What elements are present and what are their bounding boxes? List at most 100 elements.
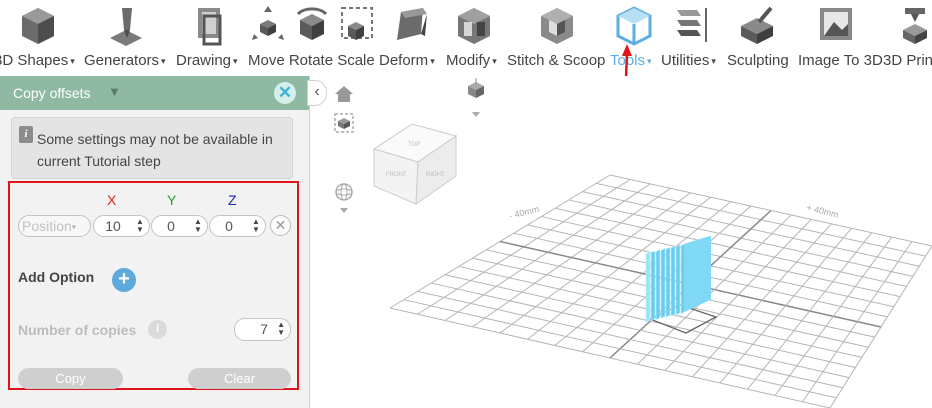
offset-y-stepper[interactable]: 0 ▲ ▼ — [151, 215, 208, 237]
copies-label: Number of copies — [18, 322, 137, 338]
chevron-down-icon: ▾ — [711, 55, 716, 66]
notice-text: Some settings may not be available in cu… — [37, 131, 273, 169]
stepper-arrows-icon[interactable]: ▲ ▼ — [277, 321, 285, 337]
grid-label-right: + 40mm — [806, 202, 840, 220]
tools-icon — [616, 6, 652, 46]
chevron-left-icon: ‹ — [314, 83, 320, 100]
copy-button[interactable]: Copy — [18, 368, 123, 389]
grid-line — [829, 245, 932, 408]
scene[interactable]: - 40mm + 40mm TOP FRONT RIGHT — [310, 76, 932, 408]
grid-line — [802, 241, 913, 403]
toolbar-stitch-scoop-label: Stitch & Scoop — [507, 52, 606, 69]
remove-option-button[interactable]: ✕ — [270, 215, 291, 236]
stepper-arrows-icon[interactable]: ▲ ▼ — [136, 218, 144, 234]
copies-stepper[interactable]: 7 ▲ ▼ — [234, 318, 291, 341]
toolbar-utilities[interactable]: Utilities ▾ — [661, 0, 725, 76]
view-cube-right-label: RIGHT — [426, 172, 445, 178]
scale-icon[interactable] — [336, 4, 376, 46]
chevron-down-icon[interactable]: ▼ — [108, 84, 121, 99]
grid-line — [458, 265, 862, 358]
model[interactable] — [645, 235, 711, 323]
rotate-icon[interactable] — [292, 4, 332, 46]
main-toolbar: 3D Shapes ▾ Generators ▾ Drawing ▾ Move … — [0, 0, 932, 132]
toolbar-utilities-label: Utilities — [661, 52, 710, 69]
deform-icon — [397, 8, 427, 40]
move-rotate-scale-icon[interactable] — [248, 4, 288, 46]
toolbar-modify[interactable]: Modify ▾ — [446, 0, 506, 76]
image-to-3d-icon — [820, 8, 852, 40]
offset-z-stepper[interactable]: 0 ▲ ▼ — [209, 215, 266, 237]
view-cube[interactable]: TOP FRONT RIGHT — [372, 123, 458, 205]
model-slab[interactable] — [680, 243, 686, 315]
clear-button[interactable]: Clear — [188, 368, 291, 389]
home-icon[interactable] — [335, 86, 353, 102]
model-slab[interactable] — [650, 250, 656, 322]
grid-line — [747, 232, 873, 390]
3d-viewport[interactable]: - 40mm + 40mm TOP FRONT RIGHT — [310, 76, 932, 408]
offset-type-select[interactable]: Position▾ — [18, 215, 91, 237]
toolbar-3d-print[interactable]: 3D Prin — [883, 0, 932, 76]
toolbar-deform[interactable]: Deform ▾ — [379, 0, 443, 76]
view-cube-front-label: FRONT — [386, 172, 407, 178]
model-slab[interactable] — [670, 245, 676, 317]
model-slab[interactable] — [655, 249, 661, 321]
info-icon: i — [19, 126, 33, 143]
grid-line — [692, 223, 832, 378]
model-slab[interactable] — [660, 247, 666, 319]
toolbar-3d-shapes[interactable]: 3D Shapes ▾ — [0, 0, 80, 76]
model-slab[interactable] — [675, 244, 681, 316]
generator-icon — [110, 8, 142, 46]
toolbar-3d-shapes-label: 3D Shapes — [0, 52, 69, 69]
tutorial-notice: i Some settings may not be available in … — [11, 117, 293, 179]
chevron-down-icon: ▾ — [430, 55, 435, 66]
add-option-label: Add Option — [18, 269, 95, 285]
info-icon[interactable]: i — [148, 320, 167, 339]
modify-icon — [458, 8, 490, 44]
y-axis-label: Y — [167, 192, 177, 208]
close-button[interactable]: ✕ — [274, 82, 296, 104]
stepper-arrows-icon[interactable]: ▲ ▼ — [194, 218, 202, 234]
perspective-icon[interactable] — [468, 78, 484, 117]
toolbar-move-rotate-scale[interactable]: Move Rotate Scale — [248, 0, 376, 76]
chevron-down-icon: ▾ — [647, 55, 652, 66]
toolbar-image-to-3d-label: Image To 3D — [798, 52, 883, 69]
stepper-arrows-icon[interactable]: ▲ ▼ — [252, 218, 260, 234]
orbit-icon[interactable] — [335, 183, 353, 213]
toolbar-image-to-3d[interactable]: Image To 3D — [798, 0, 883, 76]
grid-line — [417, 290, 843, 389]
chevron-down-icon: ▾ — [492, 55, 497, 66]
grid-line — [431, 282, 850, 379]
toolbar-modify-label: Modify — [446, 52, 491, 69]
offset-x-stepper[interactable]: 10 ▲ ▼ — [93, 215, 150, 237]
plus-icon: + — [118, 268, 130, 290]
3d-print-icon — [903, 8, 927, 44]
chevron-down-icon: ▾ — [161, 55, 166, 66]
fit-view-icon[interactable] — [334, 113, 354, 133]
copy-offsets-panel: Copy offsets ▼ ✕ i Some settings may not… — [0, 76, 310, 408]
toolbar-stitch-scoop[interactable]: Stitch & Scoop — [507, 0, 607, 76]
toolbar-drawing[interactable]: Drawing ▾ — [176, 0, 246, 76]
x-axis-label: X — [107, 192, 117, 208]
model-slab[interactable] — [665, 246, 671, 318]
model-side-face[interactable] — [685, 235, 711, 312]
toolbar-deform-label: Deform — [379, 52, 429, 69]
grid-line — [719, 227, 852, 384]
toolbar-generators[interactable]: Generators ▾ — [84, 0, 172, 76]
toolbar-sculpting-label: Sculpting — [727, 52, 789, 69]
toolbar-sculpting[interactable]: Sculpting — [727, 0, 795, 76]
copies-value: 7 — [260, 321, 268, 337]
z-axis-label: Z — [228, 192, 237, 208]
panel-title: Copy offsets — [13, 85, 91, 101]
add-option-button[interactable]: + — [112, 268, 136, 292]
highlight-box — [8, 181, 299, 390]
grid-label-left: - 40mm — [508, 204, 540, 221]
offset-z-value: 0 — [225, 218, 233, 234]
close-icon: ✕ — [277, 83, 293, 102]
model-slab[interactable] — [645, 251, 651, 323]
chevron-down-icon: ▾ — [233, 55, 238, 66]
toolbar-drawing-label: Drawing — [176, 52, 232, 69]
drawing-icon — [198, 8, 222, 46]
toolbar-generators-label: Generators — [84, 52, 160, 69]
stitch-scoop-icon — [541, 8, 573, 44]
offset-type-value: Position — [22, 218, 72, 234]
